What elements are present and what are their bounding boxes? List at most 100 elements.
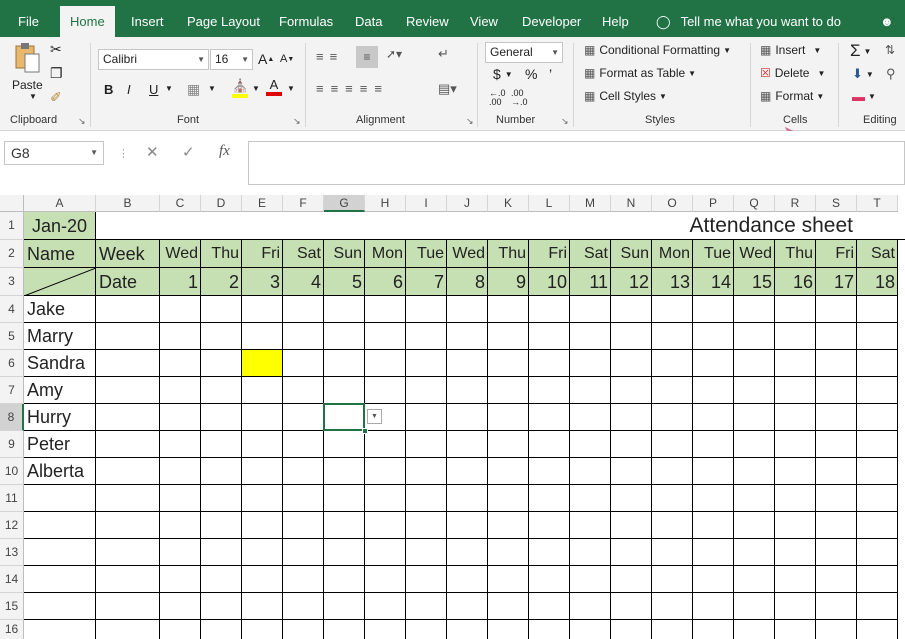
grid-cell[interactable] xyxy=(816,350,857,377)
grid-cell[interactable] xyxy=(365,350,406,377)
fill-color-button[interactable]: ⛪ xyxy=(232,78,248,98)
orientation-icon[interactable]: ➚▾ xyxy=(386,47,402,61)
insert-function-button[interactable]: fx xyxy=(219,143,230,160)
grid-cell[interactable] xyxy=(201,350,242,377)
grid-cell[interactable] xyxy=(775,566,816,593)
tell-me-box[interactable]: ◯ Tell me what you want to do xyxy=(656,0,841,37)
date-cell[interactable]: 4 xyxy=(283,268,324,296)
date-cell[interactable]: 3 xyxy=(242,268,283,296)
grid-cell[interactable] xyxy=(734,485,775,512)
decrease-decimal-icon[interactable]: .00 →.0 xyxy=(511,89,528,107)
chevron-down-icon[interactable]: ▼ xyxy=(165,84,173,93)
grid-cell[interactable] xyxy=(406,323,447,350)
date-cell[interactable]: 13 xyxy=(652,268,693,296)
grid-cell[interactable] xyxy=(365,485,406,512)
format-cells-button[interactable]: ▦ Format ▼ xyxy=(760,89,824,103)
row-header[interactable]: 9 xyxy=(0,431,24,458)
grid-cell[interactable] xyxy=(693,296,734,323)
day-cell[interactable]: Wed xyxy=(734,240,775,268)
diagonal-header-cell[interactable] xyxy=(24,268,96,296)
day-cell[interactable]: Sat xyxy=(283,240,324,268)
find-select-icon[interactable]: ⚲ xyxy=(886,66,896,82)
font-color-button[interactable]: A xyxy=(266,78,282,96)
grid-cell[interactable] xyxy=(201,458,242,485)
grid-cell[interactable] xyxy=(24,539,96,566)
grid-cell[interactable] xyxy=(160,620,201,639)
column-header[interactable]: L xyxy=(529,195,570,212)
dialog-launcher-icon[interactable]: ↘ xyxy=(561,116,569,127)
grid-cell[interactable] xyxy=(816,566,857,593)
grid-cell[interactable] xyxy=(406,485,447,512)
grid-cell[interactable] xyxy=(365,512,406,539)
grid-cell[interactable] xyxy=(242,350,283,377)
grid-cell[interactable] xyxy=(406,458,447,485)
grid-cell[interactable] xyxy=(857,539,898,566)
grid-cell[interactable] xyxy=(734,512,775,539)
grid-cell[interactable] xyxy=(242,593,283,620)
grid-cell[interactable] xyxy=(324,512,365,539)
grid-cell[interactable] xyxy=(652,350,693,377)
grid-cell[interactable] xyxy=(816,296,857,323)
chevron-down-icon[interactable]: ▼ xyxy=(29,92,37,101)
column-header[interactable]: J xyxy=(447,195,488,212)
grid-cell[interactable] xyxy=(488,296,529,323)
cut-icon[interactable]: ✂ xyxy=(50,41,62,58)
column-header[interactable]: B xyxy=(96,195,160,212)
grid-cell[interactable] xyxy=(406,620,447,639)
grid-cell[interactable] xyxy=(857,377,898,404)
grid-cell[interactable] xyxy=(529,485,570,512)
grid-cell[interactable] xyxy=(857,458,898,485)
name-cell[interactable]: Peter xyxy=(24,431,96,458)
bold-button[interactable]: B xyxy=(104,82,113,97)
grid-cell[interactable] xyxy=(570,404,611,431)
grid-cell[interactable] xyxy=(611,593,652,620)
grid-cell[interactable] xyxy=(283,593,324,620)
grid-cell[interactable] xyxy=(242,323,283,350)
grid-cell[interactable] xyxy=(816,539,857,566)
grid-cell[interactable] xyxy=(570,458,611,485)
grid-cell[interactable] xyxy=(857,593,898,620)
grid-cell[interactable] xyxy=(283,539,324,566)
date-cell[interactable]: 6 xyxy=(365,268,406,296)
grid-cell[interactable] xyxy=(652,512,693,539)
date-cell[interactable]: 17 xyxy=(816,268,857,296)
enter-icon[interactable]: ✓ xyxy=(182,143,195,161)
grid-cell[interactable] xyxy=(488,512,529,539)
column-header[interactable]: O xyxy=(652,195,693,212)
dialog-launcher-icon[interactable]: ↘ xyxy=(78,116,86,127)
day-cell[interactable]: Fri xyxy=(529,240,570,268)
grid-cell[interactable] xyxy=(488,377,529,404)
fill-handle[interactable] xyxy=(362,428,368,434)
grid-cell[interactable] xyxy=(611,296,652,323)
grid-cell[interactable] xyxy=(570,323,611,350)
grid-cell[interactable] xyxy=(857,512,898,539)
dialog-launcher-icon[interactable]: ↘ xyxy=(293,116,301,127)
wrap-text-icon[interactable]: ↵ xyxy=(438,46,449,62)
grid-cell[interactable] xyxy=(365,377,406,404)
grid-cell[interactable] xyxy=(693,431,734,458)
column-header[interactable]: Q xyxy=(734,195,775,212)
day-cell[interactable]: Mon xyxy=(365,240,406,268)
grid-cell[interactable] xyxy=(775,620,816,639)
grid-cell[interactable] xyxy=(775,485,816,512)
grid-cell[interactable] xyxy=(283,404,324,431)
grid-cell[interactable] xyxy=(406,431,447,458)
date-cell[interactable]: 2 xyxy=(201,268,242,296)
grid-cell[interactable] xyxy=(529,296,570,323)
grid-cell[interactable] xyxy=(365,593,406,620)
grid-cell[interactable] xyxy=(283,296,324,323)
grid-cell[interactable] xyxy=(529,539,570,566)
grid-cell[interactable] xyxy=(283,323,324,350)
grid-cell[interactable] xyxy=(529,593,570,620)
formula-input[interactable] xyxy=(248,141,905,185)
date-cell[interactable]: 16 xyxy=(775,268,816,296)
vertical-align-icons[interactable]: ≡≡ xyxy=(316,49,343,64)
grid-cell[interactable] xyxy=(283,512,324,539)
grid-cell[interactable] xyxy=(652,620,693,639)
grid-cell[interactable] xyxy=(775,377,816,404)
grid-cell[interactable] xyxy=(201,566,242,593)
grid-cell[interactable] xyxy=(160,458,201,485)
grid-cell[interactable] xyxy=(734,458,775,485)
grid-cell[interactable] xyxy=(242,458,283,485)
grid-cell[interactable] xyxy=(242,296,283,323)
